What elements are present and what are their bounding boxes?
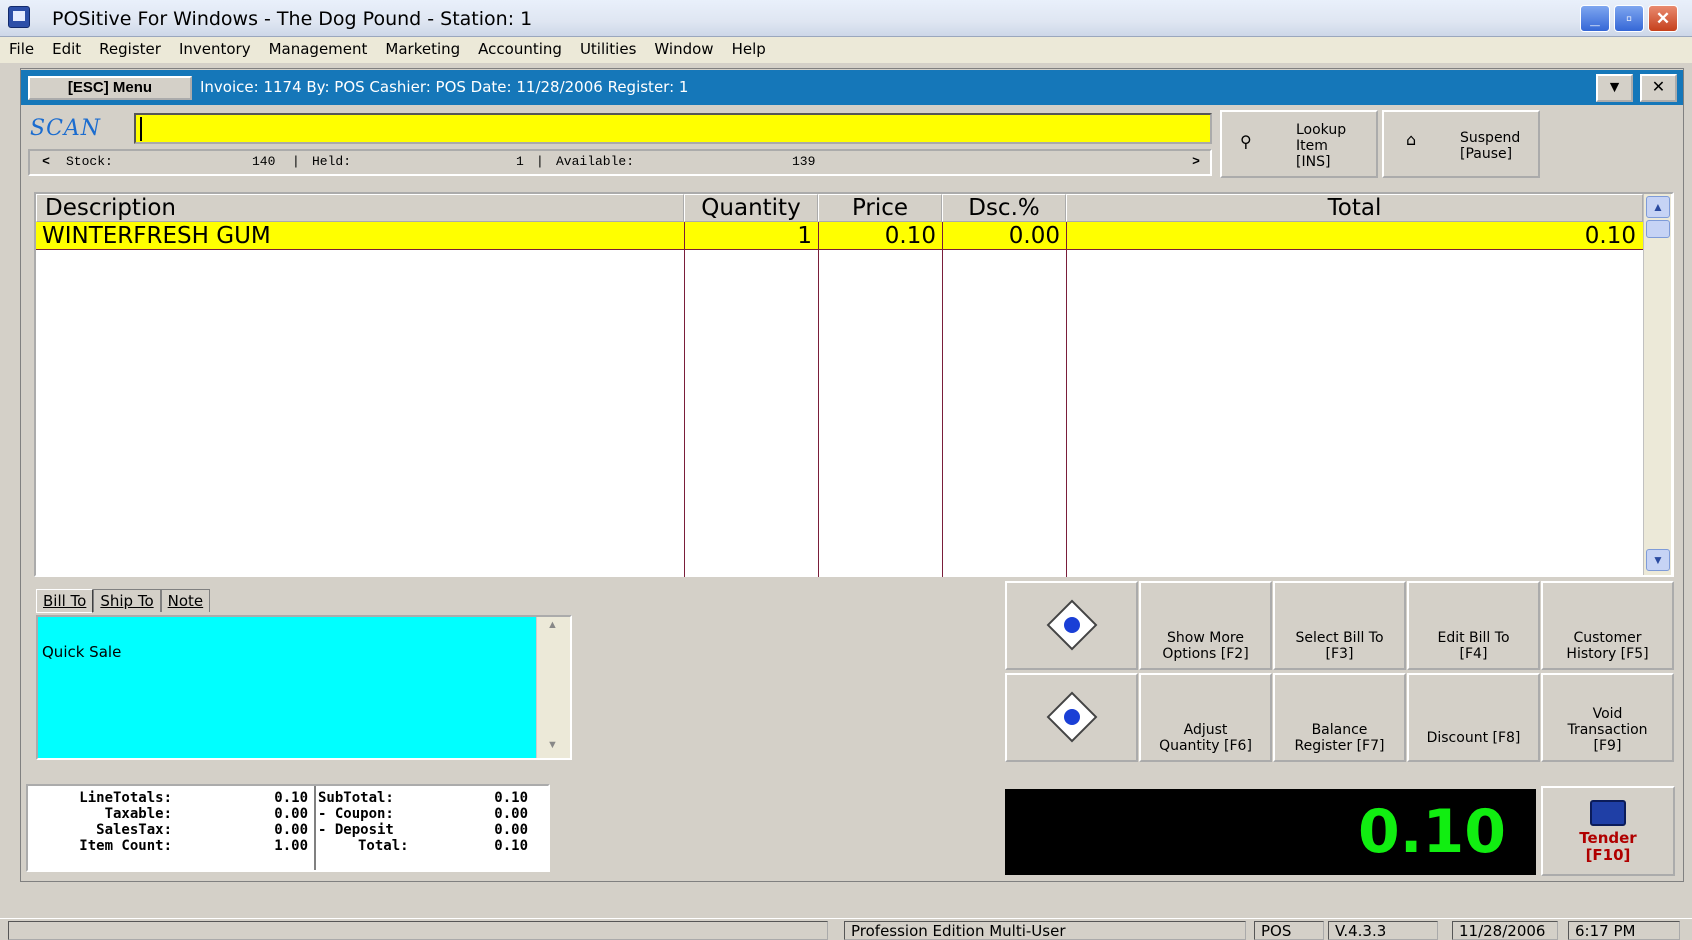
tab-ship-to[interactable]: Ship To <box>93 589 161 612</box>
restore-button[interactable]: ▫ <box>1614 5 1644 32</box>
panel-close-button[interactable]: ✕ <box>1640 74 1677 102</box>
bill-to-box[interactable]: Quick Sale <box>36 615 572 760</box>
scroll-down-icon[interactable]: ▼ <box>1646 549 1670 571</box>
available-value: 139 <box>792 154 816 169</box>
address-tabs: Bill To Ship To Note <box>36 589 211 613</box>
tender-button[interactable]: Tender [F10] <box>1541 786 1675 876</box>
scan-label: SCAN <box>30 116 102 141</box>
held-label: Held: <box>312 154 352 169</box>
scroll-up-icon[interactable]: ▲ <box>547 619 558 631</box>
menu-register[interactable]: Register <box>90 37 170 61</box>
header-total[interactable]: Total <box>1066 194 1643 222</box>
totals-panel: LineTotals: Taxable: SalesTax: Item Count: … <box>26 784 550 872</box>
scroll-down-icon[interactable]: ▼ <box>547 739 558 751</box>
table-row[interactable]: WINTERFRESH GUM 1 0.10 0.00 0.10 <box>36 222 1643 250</box>
available-label: Available: <box>556 154 635 169</box>
header-price[interactable]: Price <box>818 194 942 222</box>
header-description[interactable]: Description <box>36 194 684 222</box>
tab-bill-to[interactable]: Bill To <box>36 589 94 613</box>
total-display: 0.10 <box>1005 789 1536 875</box>
grid-scrollbar[interactable]: ▲ ▼ <box>1643 194 1671 575</box>
dropdown-button[interactable]: ▼ <box>1596 74 1633 102</box>
totals-values-right: 0.10 0.00 0.00 0.10 <box>494 790 528 854</box>
status-user: POS <box>1254 921 1324 940</box>
header-quantity[interactable]: Quantity <box>684 194 818 222</box>
menu-accounting[interactable]: Accounting <box>469 37 571 61</box>
row-price: 0.10 <box>884 223 936 249</box>
bill-to-text: Quick Sale <box>42 643 122 661</box>
status-date: 11/28/2006 <box>1452 921 1558 940</box>
totals-labels-left: LineTotals: Taxable: SalesTax: Item Count: <box>79 790 172 854</box>
totals-labels-right: SubTotal: - Coupon: - Deposit Total: <box>318 790 409 854</box>
stock-label: Stock: <box>66 154 113 169</box>
row-quantity: 1 <box>797 223 812 249</box>
esc-menu-button[interactable]: [ESC] Menu <box>28 76 192 100</box>
stock-value: 140 <box>252 154 276 169</box>
select-bill-to-button[interactable]: Select Bill To [F3] <box>1273 581 1406 670</box>
row-total: 0.10 <box>1584 223 1636 249</box>
minimize-button[interactable]: _ <box>1580 5 1610 32</box>
menu-help[interactable]: Help <box>723 37 775 61</box>
status-version: V.4.3.3 <box>1328 921 1438 940</box>
row-description: WINTERFRESH GUM <box>42 223 271 249</box>
header-discount[interactable]: Dsc.% <box>942 194 1066 222</box>
menu-management[interactable]: Management <box>260 37 377 61</box>
balance-register-button[interactable]: Balance Register [F7] <box>1273 673 1406 762</box>
stock-separator: | <box>292 154 300 169</box>
held-value: 1 <box>516 154 524 169</box>
menu-bar: File Edit Register Inventory Management Marke… <box>0 37 1692 63</box>
scroll-thumb[interactable] <box>1646 220 1670 238</box>
menu-marketing[interactable]: Marketing <box>376 37 469 61</box>
discount-button[interactable]: Discount [F8] <box>1407 673 1540 762</box>
arrow-up-icon <box>1046 599 1098 651</box>
stock-next-button[interactable]: > <box>1184 152 1208 173</box>
menu-window[interactable]: Window <box>645 37 722 61</box>
scan-input[interactable] <box>134 113 1212 144</box>
move-up-button[interactable] <box>1005 581 1138 670</box>
app-icon[interactable] <box>8 6 30 28</box>
adjust-quantity-button[interactable]: Adjust Quantity [F6] <box>1139 673 1272 762</box>
bill-to-scrollbar[interactable]: ▲ ▼ <box>536 617 570 758</box>
totals-divider <box>314 786 316 870</box>
status-empty <box>8 921 828 940</box>
menu-file[interactable]: File <box>0 37 43 61</box>
tab-note[interactable]: Note <box>160 589 211 612</box>
edit-bill-to-button[interactable]: Edit Bill To [F4] <box>1407 581 1540 670</box>
menu-utilities[interactable]: Utilities <box>571 37 645 61</box>
suspend-label: Suspend [Pause] <box>1460 130 1521 162</box>
customer-history-button[interactable]: Customer History [F5] <box>1541 581 1674 670</box>
row-discount: 0.00 <box>1008 223 1060 249</box>
status-edition: Profession Edition Multi-User <box>844 921 1246 940</box>
menu-edit[interactable]: Edit <box>43 37 90 61</box>
close-button[interactable]: ✕ <box>1648 5 1678 32</box>
status-time: 6:17 PM <box>1568 921 1680 940</box>
lookup-label: Lookup Item [INS] <box>1296 122 1347 170</box>
stock-prev-button[interactable]: < <box>34 152 58 173</box>
suspend-icon: ⌂ <box>1406 130 1417 149</box>
column-divider <box>1066 222 1067 577</box>
totals-values-left: 0.10 0.00 0.00 1.00 <box>274 790 308 854</box>
lookup-item-button[interactable]: ⚲ Lookup Item [INS] <box>1220 110 1378 178</box>
invoice-info: Invoice: 1174 By: POS Cashier: POS Date:… <box>200 78 689 96</box>
move-down-button[interactable] <box>1005 673 1138 762</box>
column-divider <box>818 222 819 577</box>
column-divider <box>942 222 943 577</box>
status-bar: Profession Edition Multi-User POS V.4.3.… <box>0 918 1692 940</box>
stock-bar: < Stock: 140 | Held: 1 | Available: 139 … <box>28 149 1212 176</box>
title-bar: POSitive For Windows - The Dog Pound - S… <box>0 0 1692 37</box>
text-caret <box>140 117 142 141</box>
binoculars-icon: ⚲ <box>1240 132 1252 151</box>
menu-inventory[interactable]: Inventory <box>170 37 260 61</box>
cash-register-icon <box>1590 800 1626 826</box>
column-divider <box>684 222 685 577</box>
window-title: POSitive For Windows - The Dog Pound - S… <box>52 8 533 30</box>
void-transaction-button[interactable]: Void Transaction [F9] <box>1541 673 1674 762</box>
held-separator: | <box>536 154 544 169</box>
suspend-button[interactable]: ⌂ Suspend [Pause] <box>1382 110 1540 178</box>
scroll-up-icon[interactable]: ▲ <box>1646 196 1670 218</box>
show-more-options-button[interactable]: Show More Options [F2] <box>1139 581 1272 670</box>
arrow-down-icon <box>1046 691 1098 743</box>
